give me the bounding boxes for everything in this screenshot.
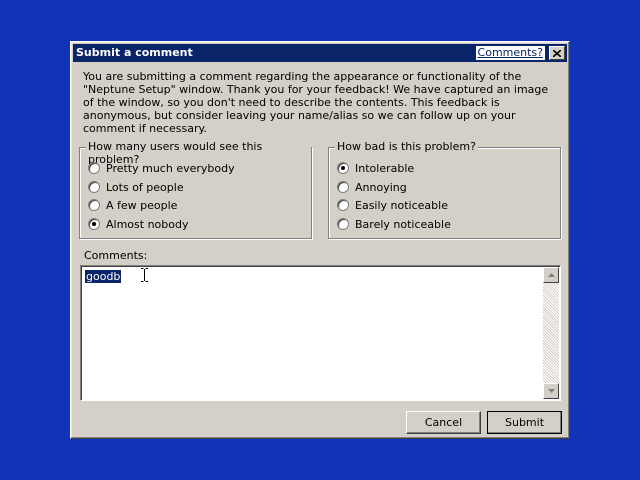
radio-label: Almost nobody: [106, 217, 189, 231]
radio-label: A few people: [106, 198, 178, 212]
radio-barely-noticeable[interactable]: Barely noticeable: [337, 216, 451, 232]
users-affected-group: How many users would see this problem? P…: [79, 140, 312, 239]
comments-text[interactable]: goodb: [85, 270, 122, 283]
radio-easily-noticeable[interactable]: Easily noticeable: [337, 197, 448, 213]
radio-button[interactable]: [337, 218, 349, 230]
radio-label: Lots of people: [106, 180, 184, 194]
text-cursor-icon: [141, 268, 148, 282]
submit-comment-dialog: Submit a comment Comments? You are submi…: [70, 41, 570, 439]
radio-button[interactable]: [337, 181, 349, 193]
severity-legend: How bad is this problem?: [335, 140, 478, 153]
intro-text: You are submitting a comment regarding t…: [83, 70, 549, 135]
scroll-down-arrow-icon: [547, 389, 555, 393]
radio-pretty-much-everybody[interactable]: Pretty much everybody: [88, 160, 235, 176]
radio-label: Barely noticeable: [355, 217, 451, 231]
scroll-up-button[interactable]: [543, 267, 559, 283]
radio-button[interactable]: [88, 181, 100, 193]
radio-button[interactable]: [337, 199, 349, 211]
radio-button-checked[interactable]: [337, 162, 349, 174]
radio-label: Intolerable: [355, 161, 415, 175]
radio-almost-nobody[interactable]: Almost nobody: [88, 216, 188, 232]
radio-label: Annoying: [355, 180, 407, 194]
submit-button[interactable]: Submit: [487, 411, 562, 434]
comments-help-link[interactable]: Comments?: [475, 46, 545, 60]
severity-group: How bad is this problem? Intolerable Ann…: [328, 140, 561, 239]
comments-label: Comments:: [84, 249, 148, 262]
radio-button[interactable]: [88, 162, 100, 174]
title-bar[interactable]: Submit a comment Comments?: [73, 44, 567, 62]
radio-intolerable[interactable]: Intolerable: [337, 160, 414, 176]
scroll-down-button[interactable]: [543, 383, 559, 399]
radio-label: Easily noticeable: [355, 198, 448, 212]
radio-button-checked[interactable]: [88, 218, 100, 230]
radio-label: Pretty much everybody: [106, 161, 235, 175]
radio-lots-of-people[interactable]: Lots of people: [88, 179, 184, 195]
radio-button[interactable]: [88, 199, 100, 211]
comments-scrollbar[interactable]: [543, 267, 559, 399]
dialog-title: Submit a comment: [76, 46, 193, 59]
scroll-up-arrow-icon: [547, 273, 555, 277]
comments-textarea[interactable]: goodb: [80, 265, 561, 401]
radio-annoying[interactable]: Annoying: [337, 179, 407, 195]
close-icon: [553, 49, 561, 57]
close-button[interactable]: [549, 46, 565, 60]
radio-a-few-people[interactable]: A few people: [88, 197, 177, 213]
selected-comment-text: goodb: [85, 270, 122, 283]
cancel-button[interactable]: Cancel: [406, 411, 481, 434]
